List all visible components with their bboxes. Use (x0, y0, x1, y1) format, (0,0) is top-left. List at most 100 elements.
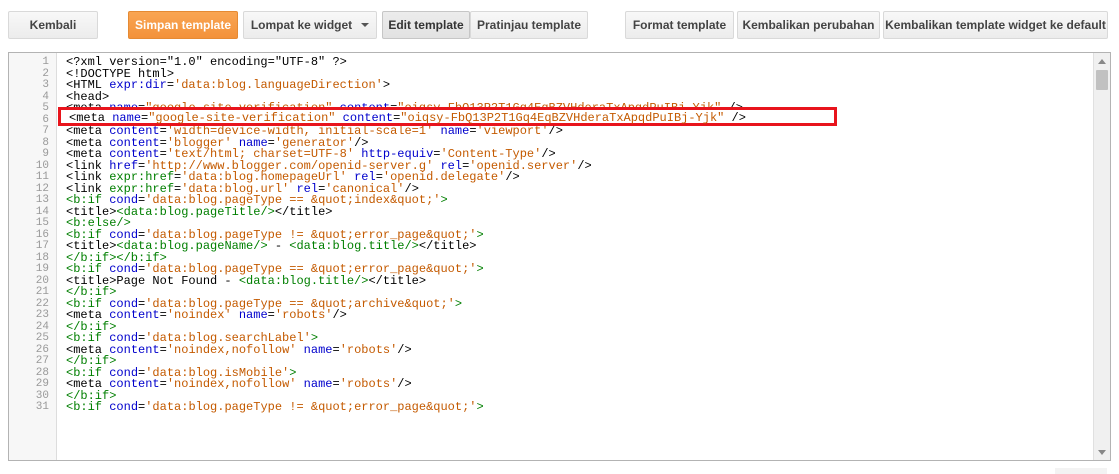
code-token: > (476, 400, 484, 414)
arrow-up-icon (1098, 58, 1106, 64)
code-token: 'noindex,nofollow' (166, 377, 297, 391)
line-number: 7 (42, 125, 49, 137)
code-token: </title> (368, 273, 427, 288)
code-token: cond (109, 400, 139, 414)
code-token: "google-site-verification" (148, 111, 336, 125)
line-number: 13 (35, 194, 49, 206)
revert-changes-button[interactable]: Kembalikan perubahan (737, 11, 880, 39)
code-token: <b:if (66, 400, 110, 414)
jump-to-widget-label: Lompat ke widget (250, 18, 353, 32)
arrow-down-icon (1098, 449, 1106, 455)
code-token: = (469, 124, 477, 138)
line-code: <b:if cond='data:blog.pageType != &quot;… (66, 400, 484, 414)
line-code: <meta content='noindex,nofollow' name='r… (66, 377, 412, 391)
code-token: 'noindex,nofollow' (166, 342, 297, 357)
code-token: <data:blog.title/> (238, 273, 369, 288)
reset-widgets-button[interactable]: Kembalikan template widget ke default (883, 11, 1108, 39)
line-number: 3 (42, 79, 49, 91)
code-token: = (159, 308, 167, 322)
code-token: /> (505, 170, 520, 184)
page-footer-edge (1055, 468, 1107, 474)
code-token: <meta (69, 111, 113, 125)
code-token: name (303, 342, 333, 357)
template-code-editor[interactable]: 1 <?xml version="1.0" encoding="UTF-8" ?>… (8, 52, 1111, 461)
edit-template-tab[interactable]: Edit template (382, 11, 470, 39)
code-token: /> (577, 158, 592, 173)
code-line: 26 <meta content='noindex,nofollow' name=… (9, 342, 1094, 357)
line-number: 9 (42, 148, 49, 160)
line-number: 5 (42, 102, 49, 114)
line-number: 27 (35, 355, 49, 367)
code-token: /> (397, 342, 412, 357)
scrollbar-thumb[interactable] (1096, 70, 1108, 90)
code-token: /> (397, 377, 412, 391)
code-token: name (112, 111, 142, 125)
code-token: = (332, 342, 340, 357)
code-token: 'robots' (339, 342, 398, 357)
code-token: 'robots' (339, 377, 398, 391)
code-token: > (440, 193, 448, 207)
line-number: 11 (35, 171, 49, 183)
code-line: 14 <title><data:blog.pageTitle/></title> (9, 204, 1094, 219)
code-token: <data:blog.pageTitle/> (116, 204, 275, 219)
code-line: 31 <b:if cond='data:blog.pageType != &quo… (9, 400, 1094, 414)
code-token: 'data:blog.languageDirection' (174, 78, 383, 92)
line-number: 29 (35, 378, 49, 390)
save-template-button[interactable]: Simpan template (128, 11, 238, 39)
code-token: expr:dir (109, 78, 167, 92)
line-code: <title>Page Not Found - <data:blog.title… (66, 273, 427, 288)
code-token: 'data:blog.pageType != &quot;error_page&… (145, 400, 477, 414)
code-token: </title> (418, 239, 477, 253)
line-code: <HTML expr:dir='data:blog.languageDirect… (66, 78, 390, 92)
toolbar: Kembali Simpan template Lompat ke widget… (0, 0, 1119, 52)
line-number: 19 (35, 263, 49, 275)
code-token: > (476, 262, 484, 276)
line-number: 25 (35, 332, 49, 344)
vertical-scrollbar[interactable] (1093, 53, 1110, 460)
code-token: name (440, 124, 470, 138)
code-line: 29 <meta content='noindex,nofollow' name=… (9, 377, 1094, 391)
code-token: name (238, 308, 268, 322)
code-line: 3 <HTML expr:dir='data:blog.languageDirec… (9, 78, 1094, 92)
back-button[interactable]: Kembali (8, 11, 98, 39)
scroll-up-button[interactable] (1094, 53, 1110, 69)
preview-template-tab[interactable]: Pratinjau template (470, 11, 588, 39)
code-token: /> (724, 111, 746, 125)
code-token: content (109, 377, 160, 391)
code-token: /> (332, 308, 347, 322)
code-line: 23 <meta content='noindex' name='robots'/… (9, 308, 1094, 322)
line-number: 1 (42, 56, 49, 68)
format-template-button[interactable]: Format template (625, 11, 734, 39)
line-number: 31 (35, 401, 49, 413)
line-number: 17 (35, 240, 49, 252)
code-token: = (332, 377, 340, 391)
jump-to-widget-dropdown[interactable]: Lompat ke widget (243, 11, 377, 39)
line-code: <meta content='noindex,nofollow' name='r… (66, 342, 412, 357)
code-token: </title> (274, 204, 333, 219)
line-number: 23 (35, 309, 49, 321)
code-token: name (303, 377, 333, 391)
code-token: content (109, 308, 160, 322)
code-token: content (109, 342, 160, 357)
code-token: 'robots' (274, 308, 333, 322)
code-token: 'viewport' (476, 124, 549, 138)
code-token: = (166, 78, 175, 92)
code-token: "oiqsy-FbQ13P2T1Gq4EqBZVHderaTxApqdPuIBj… (400, 111, 725, 125)
code-token: <data:blog.title/> (289, 239, 419, 253)
scroll-down-button[interactable] (1094, 444, 1110, 460)
code-token: content (342, 111, 394, 125)
code-token: = (159, 342, 167, 357)
highlighted-code: <meta name="google-site-verification" co… (69, 111, 746, 125)
code-token: 'noindex' (166, 308, 232, 322)
code-token: /> (548, 124, 563, 138)
highlighted-meta-verification-line: <meta name="google-site-verification" co… (58, 107, 837, 126)
code-token: = (267, 308, 275, 322)
line-number: 15 (35, 217, 49, 229)
line-number: 21 (35, 286, 49, 298)
code-line: 20 <title>Page Not Found - <data:blog.tit… (9, 273, 1094, 288)
code-token: = (159, 377, 167, 391)
